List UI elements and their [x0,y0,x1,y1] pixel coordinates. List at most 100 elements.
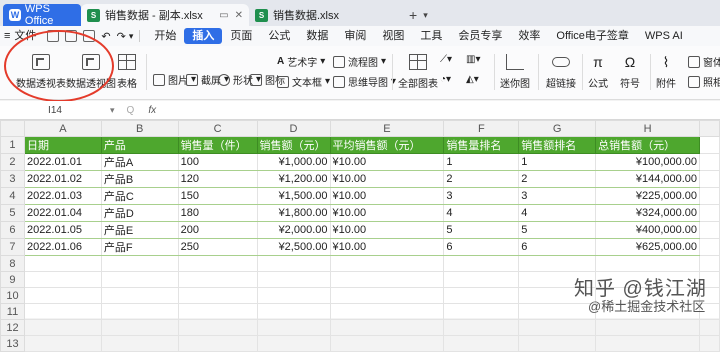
column-header-f[interactable]: F [443,120,520,137]
chevron-down-icon[interactable]: ▾ [110,105,115,116]
cell[interactable]: ¥10.00 [329,238,445,256]
cell[interactable] [699,335,720,352]
cell[interactable] [518,319,597,336]
cell[interactable] [177,255,258,272]
flowchart-button[interactable]: 流程图 ▾ [333,54,386,69]
cell[interactable] [256,319,331,336]
cell[interactable]: 产品B [100,170,179,188]
cell[interactable] [23,303,102,320]
chevron-down-icon[interactable]: ▾ [129,31,134,42]
pie-chart-button[interactable]: ◔▾ [440,74,451,85]
cell[interactable] [699,255,720,272]
header-cell[interactable]: 销售量（件） [177,136,258,154]
cell[interactable]: 2022.01.05 [23,221,102,239]
cell[interactable] [699,204,720,222]
formula-input[interactable] [156,103,720,117]
row-header[interactable]: 9 [0,271,25,288]
row-header[interactable]: 7 [0,238,25,256]
cell[interactable]: 180 [177,204,258,222]
hyperlink-button[interactable]: 超链接 [546,54,576,90]
menu-efficiency[interactable]: 效率 [510,28,548,44]
cell[interactable] [699,221,720,239]
cell[interactable] [177,303,258,320]
all-charts-button[interactable]: 全部图表 [398,54,438,90]
cell[interactable] [23,335,102,352]
cell[interactable]: ¥324,000.00 [595,204,701,222]
cell[interactable] [256,303,331,320]
cell[interactable] [256,271,331,288]
cell[interactable]: ¥10.00 [329,221,445,239]
cell[interactable] [443,319,520,336]
row-header[interactable]: 3 [0,170,25,188]
header-cell[interactable]: 平均销售额（元） [329,136,445,154]
cell[interactable] [443,255,520,272]
cell[interactable]: ¥1,500.00 [256,187,331,205]
table-button[interactable]: 表格 [117,54,137,90]
cell[interactable] [23,271,102,288]
cell[interactable]: 4 [443,204,520,222]
cell[interactable]: 100 [177,153,258,171]
cell[interactable]: 150 [177,187,258,205]
attachment-button[interactable]: ⌇ 附件 [656,54,676,90]
header-cell[interactable]: 销售量排名 [443,136,520,154]
cell[interactable]: 2022.01.03 [23,187,102,205]
form-button[interactable]: 窗体 [688,54,720,69]
cell[interactable] [329,271,445,288]
cell[interactable]: 6 [443,238,520,256]
cell[interactable] [699,319,720,336]
cell[interactable]: 200 [177,221,258,239]
cell[interactable]: ¥2,500.00 [256,238,331,256]
cell[interactable] [595,319,701,336]
cell[interactable]: 250 [177,238,258,256]
cell[interactable] [329,303,445,320]
column-header-h[interactable]: H [595,120,701,137]
cell[interactable]: ¥144,000.00 [595,170,701,188]
column-header-a[interactable]: A [23,120,102,137]
sparkline-button[interactable]: 迷你图 [500,54,530,90]
cell[interactable]: 产品F [100,238,179,256]
menu-page[interactable]: 页面 [222,28,260,44]
cell[interactable]: 1 [443,153,520,171]
column-header-g[interactable]: G [518,120,597,137]
cell[interactable] [443,271,520,288]
select-all-corner[interactable] [0,120,25,137]
row-header[interactable]: 10 [0,287,25,304]
cell[interactable]: 4 [518,204,597,222]
row-header[interactable]: 4 [0,187,25,205]
cell[interactable]: 5 [443,221,520,239]
cell[interactable] [699,136,720,154]
column-header-i[interactable] [699,120,720,137]
cell[interactable]: ¥625,000.00 [595,238,701,256]
fx-icon[interactable]: fx [148,105,156,116]
camera-button[interactable]: 照相机 [688,74,720,89]
wps-home-tab[interactable]: W WPS Office [3,3,81,27]
header-cell[interactable]: 销售额排名 [518,136,597,154]
cell[interactable] [699,187,720,205]
cell[interactable]: 产品C [100,187,179,205]
cell[interactable] [595,255,701,272]
cell[interactable] [329,287,445,304]
cell[interactable] [177,287,258,304]
formula-button[interactable]: π 公式 [588,54,608,90]
undo-icon[interactable]: ↶ [101,30,110,43]
cell[interactable]: 3 [443,187,520,205]
symbol-button[interactable]: Ω 符号 [620,54,640,90]
cell[interactable]: 2022.01.02 [23,170,102,188]
cell[interactable]: ¥2,000.00 [256,221,331,239]
cell[interactable] [329,255,445,272]
cell[interactable] [699,238,720,256]
cell[interactable] [699,170,720,188]
area-chart-button[interactable]: ◭▾ [466,74,479,85]
row-header[interactable]: 2 [0,153,25,171]
cell[interactable]: ¥10.00 [329,170,445,188]
cell[interactable]: ¥10.00 [329,153,445,171]
cell[interactable] [100,319,179,336]
cell[interactable] [23,255,102,272]
menu-formula[interactable]: 公式 [260,28,298,44]
cell[interactable]: 2022.01.04 [23,204,102,222]
monitor-icon[interactable]: ▭ [219,10,228,21]
cell[interactable] [100,303,179,320]
cell[interactable] [100,287,179,304]
textbox-button[interactable]: 文本框 ▾ [277,74,330,89]
cell[interactable]: 120 [177,170,258,188]
